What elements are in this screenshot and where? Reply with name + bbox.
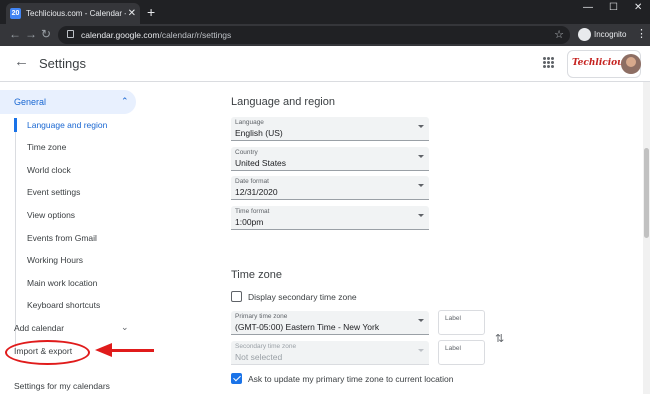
scrollbar-thumb[interactable] — [644, 148, 649, 238]
url-path: /calendar/r/settings — [159, 30, 232, 40]
url-host: calendar.google.com — [81, 30, 160, 40]
settings-sidebar: General ⌃ Language and region Time zone … — [0, 82, 154, 394]
incognito-icon — [578, 28, 591, 41]
select-value: English (US) — [235, 128, 283, 138]
dropdown-caret-icon — [418, 349, 424, 352]
sidebar-item-time-zone[interactable]: Time zone — [27, 142, 66, 152]
annotation-highlight-ellipse — [5, 340, 90, 365]
address-bar[interactable]: calendar.google.com/calendar/r/settings … — [58, 26, 570, 44]
select-value: 1:00pm — [235, 217, 264, 227]
field-label: Label — [445, 345, 461, 352]
forward-nav-icon[interactable]: → — [25, 27, 37, 41]
primary-label-field[interactable]: Label — [438, 310, 485, 335]
browser-tab[interactable]: 20 Techlicious.com - Calendar - Gen ✕ — [6, 3, 140, 24]
bookmark-star-icon[interactable]: ☆ — [554, 28, 564, 41]
dropdown-caret-icon — [418, 319, 424, 322]
ask-update-time-zone-checkbox[interactable] — [231, 373, 242, 384]
swap-time-zones-icon[interactable]: ⇅ — [495, 332, 504, 345]
sidebar-item-working-hours[interactable]: Working Hours — [27, 255, 83, 265]
nav-rail — [15, 118, 16, 348]
url-text: calendar.google.com/calendar/r/settings — [81, 30, 231, 40]
language-region-heading: Language and region — [231, 96, 335, 108]
secondary-time-zone-checkbox[interactable] — [231, 291, 242, 302]
select-label: Primary time zone — [235, 313, 288, 320]
back-arrow-icon[interactable]: ← — [14, 53, 29, 70]
browser-toolbar: ← → ↻ calendar.google.com/calendar/r/set… — [0, 24, 650, 46]
maximize-icon[interactable]: ☐ — [609, 2, 618, 13]
annotation-arrow-shaft — [110, 349, 154, 352]
nav-rail-active-indicator — [14, 118, 17, 132]
browser-menu-icon[interactable]: ⋮ — [636, 27, 647, 40]
minimize-icon[interactable]: — — [583, 2, 593, 13]
sidebar-item-main-work-location[interactable]: Main work location — [27, 278, 97, 288]
dropdown-caret-icon — [418, 214, 424, 217]
select-label: Language — [235, 119, 264, 126]
select-label: Country — [235, 149, 258, 156]
sidebar-item-world-clock[interactable]: World clock — [27, 165, 71, 175]
dropdown-caret-icon — [418, 125, 424, 128]
reload-icon[interactable]: ↻ — [41, 27, 51, 41]
secondary-label-field[interactable]: Label — [438, 340, 485, 365]
secondary-time-zone-label: Display secondary time zone — [248, 292, 357, 302]
select-label: Secondary time zone — [235, 343, 297, 350]
select-value: United States — [235, 158, 287, 168]
sidebar-item-event-settings[interactable]: Event settings — [27, 187, 80, 197]
tab-close-icon[interactable]: ✕ — [128, 8, 136, 19]
avatar[interactable] — [621, 54, 641, 74]
incognito-label: Incognito — [594, 30, 627, 39]
sidebar-section-label: General — [14, 97, 47, 107]
chevron-down-icon[interactable]: ⌄ — [121, 322, 129, 333]
primary-time-zone-select[interactable]: Primary time zone (GMT-05:00) Eastern Ti… — [231, 311, 429, 335]
page-title: Settings — [39, 56, 86, 71]
new-tab-button[interactable]: + — [147, 3, 155, 21]
select-label: Date format — [235, 178, 269, 185]
sidebar-item-add-calendar[interactable]: Add calendar — [14, 323, 64, 333]
settings-main: Language and region Language English (US… — [215, 82, 650, 394]
lock-icon — [67, 30, 74, 38]
country-select[interactable]: Country United States — [231, 147, 429, 171]
time-zone-heading: Time zone — [231, 269, 282, 281]
language-select[interactable]: Language English (US) — [231, 117, 429, 141]
google-apps-icon[interactable] — [543, 57, 554, 68]
sidebar-item-view-options[interactable]: View options — [27, 210, 75, 220]
time-format-select[interactable]: Time format 1:00pm — [231, 206, 429, 230]
tab-title: Techlicious.com - Calendar - Gen — [26, 9, 126, 18]
sidebar-item-events-from-gmail[interactable]: Events from Gmail — [27, 233, 97, 243]
field-label: Label — [445, 315, 461, 322]
browser-tab-bar: 20 Techlicious.com - Calendar - Gen ✕ + … — [0, 0, 650, 24]
back-nav-icon[interactable]: ← — [9, 27, 21, 41]
dropdown-caret-icon — [418, 184, 424, 187]
select-value: 12/31/2020 — [235, 187, 278, 197]
chevron-up-icon: ⌃ — [121, 96, 129, 106]
date-format-select[interactable]: Date format 12/31/2020 — [231, 176, 429, 200]
sidebar-section-general[interactable]: General ⌃ — [0, 90, 136, 114]
app-header: ← Settings Techlicious — [0, 46, 650, 82]
sidebar-heading-my-calendars: Settings for my calendars — [14, 381, 110, 391]
account-switcher[interactable]: Techlicious — [567, 50, 641, 78]
calendar-favicon-icon: 20 — [10, 8, 21, 19]
secondary-time-zone-select[interactable]: Secondary time zone Not selected — [231, 341, 429, 365]
scrollbar-track[interactable] — [643, 82, 650, 394]
select-value: Not selected — [235, 352, 283, 362]
sidebar-item-language-and-region[interactable]: Language and region — [27, 120, 107, 130]
ask-update-time-zone-label: Ask to update my primary time zone to cu… — [248, 374, 454, 384]
select-value: (GMT-05:00) Eastern Time - New York — [235, 322, 380, 332]
select-label: Time format — [235, 208, 270, 215]
window-close-icon[interactable]: ✕ — [634, 2, 642, 13]
sidebar-item-keyboard-shortcuts[interactable]: Keyboard shortcuts — [27, 300, 100, 310]
dropdown-caret-icon — [418, 155, 424, 158]
